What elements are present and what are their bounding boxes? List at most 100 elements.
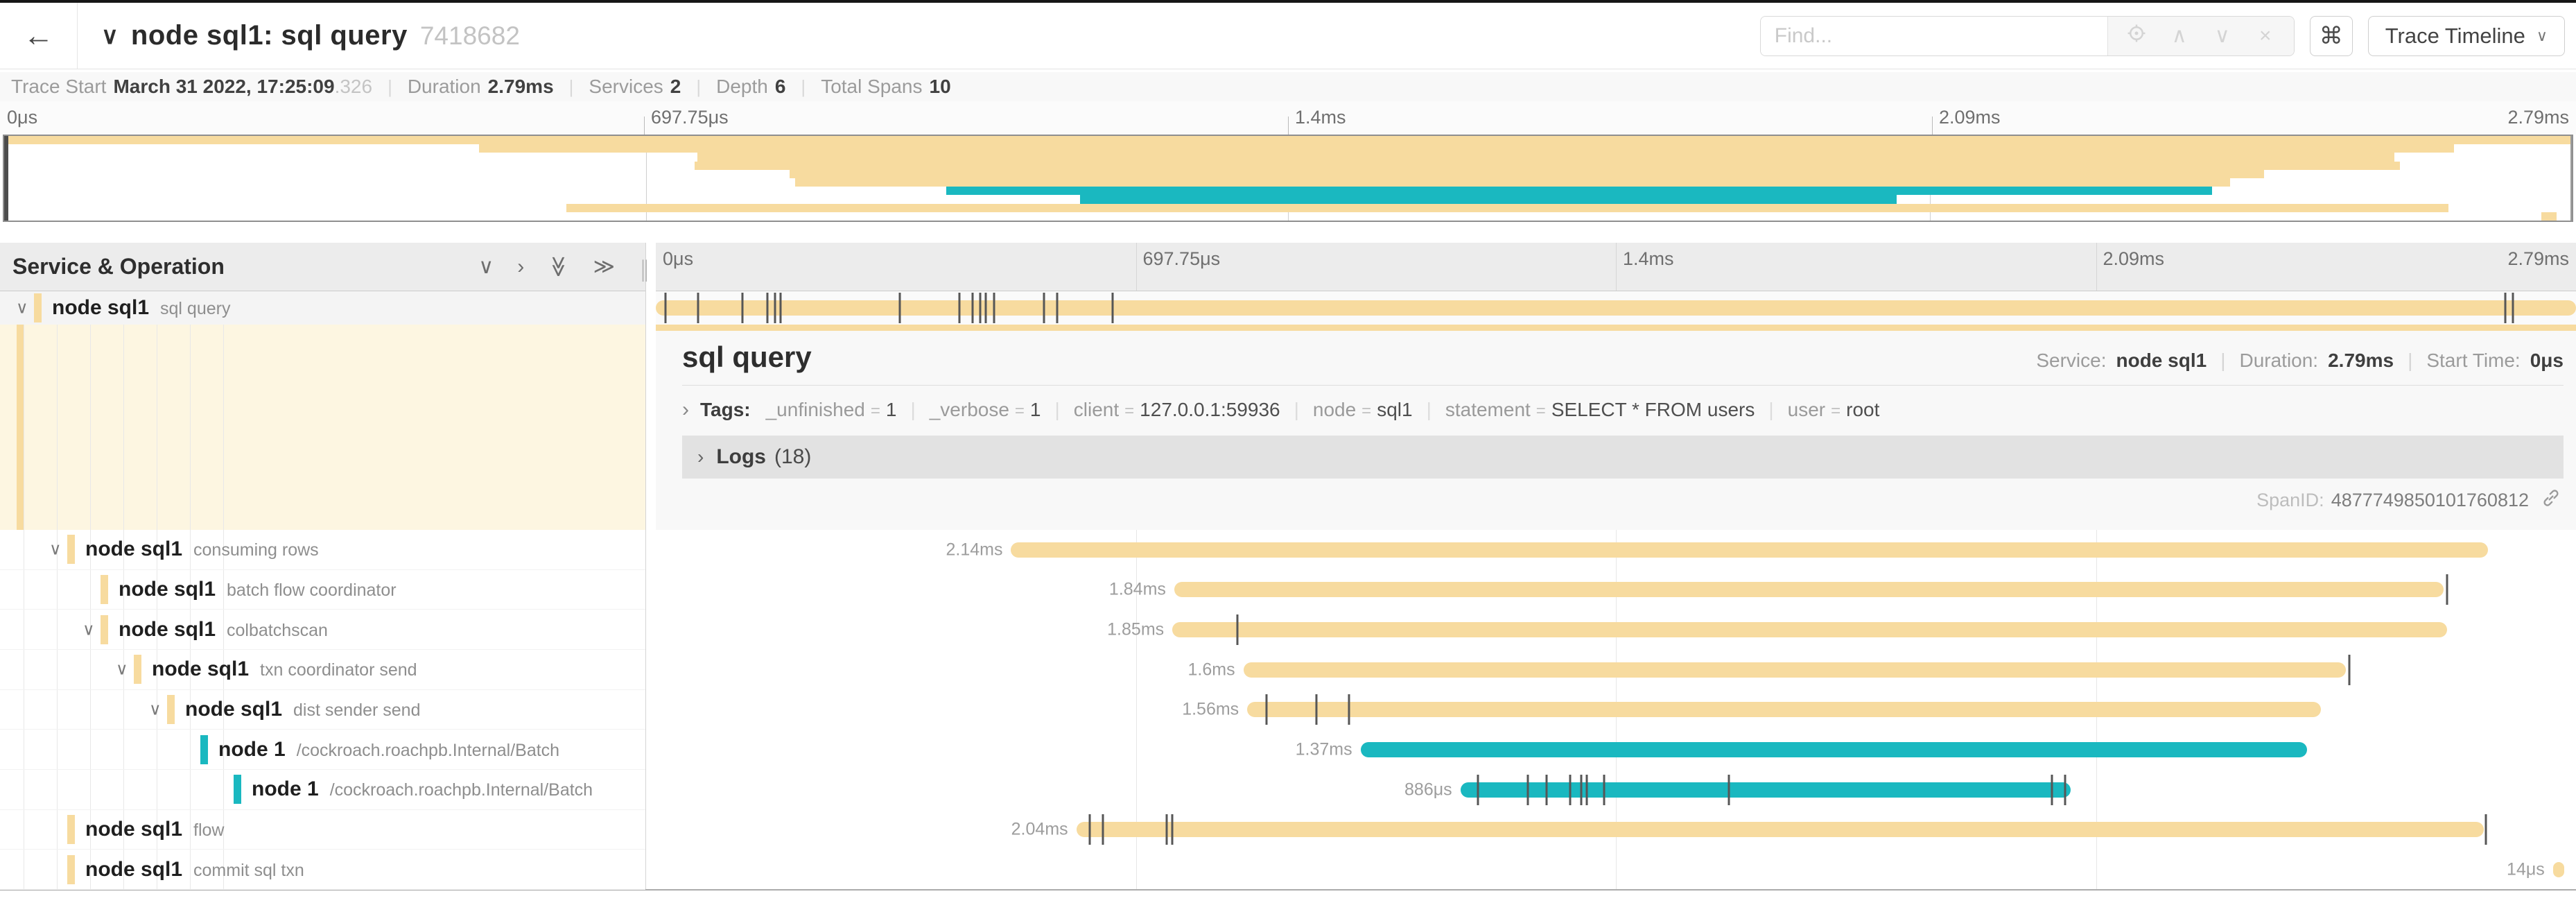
keyboard-shortcuts-button[interactable]: ⌘ [2310,16,2353,56]
timeline-row[interactable]: 886μs [656,770,2576,810]
span-tree-row[interactable]: node 1/cockroach.roachpb.Internal/Batch [0,770,645,810]
timeline-row[interactable]: 1.6ms [656,650,2576,690]
timeline-row[interactable]: 1.56ms [656,690,2576,730]
operation-name: colbatchscan [227,621,328,640]
operation-name: /cockroach.roachpb.Internal/Batch [330,780,593,800]
log-tick [1546,775,1548,805]
timeline-row[interactable]: 2.04ms [656,810,2576,850]
span-bar[interactable] [656,300,2576,316]
row-chevron-down-icon[interactable]: ∨ [82,619,95,639]
span-tree-row[interactable]: ∨node sql1txn coordinator send [0,650,645,690]
span-bar[interactable] [1461,782,2071,798]
span-tree-row[interactable]: ∨node sql1colbatchscan [0,610,645,650]
minimap-row [4,212,2572,221]
expand-one-icon[interactable]: › [517,255,524,279]
back-button[interactable]: ← [0,3,78,69]
span-tree-row-selected[interactable]: ∨node sql1sql query [0,291,645,325]
minimap-right-handle[interactable] [2570,136,2572,221]
span-tree-row[interactable]: node sql1flow [0,810,645,850]
row-chevron-down-icon[interactable]: ∨ [49,540,62,560]
info-label: Services [589,76,663,98]
link-icon[interactable] [2541,488,2561,513]
log-tick [980,293,982,323]
find-next-icon[interactable]: ∨ [2201,24,2244,48]
operation-name: dist sender send [293,700,420,720]
tag-item: _unfinished=1 [766,399,897,421]
timeline-row[interactable]: 1.37ms [656,730,2576,770]
tag-value: SELECT * FROM users [1551,399,1755,420]
log-tick [780,293,782,323]
row-chevron-down-icon[interactable]: ∨ [16,298,28,318]
span-tree-row[interactable]: ∨node sql1dist sender send [0,690,645,730]
find-prev-icon[interactable]: ∧ [2158,24,2201,48]
log-tick [1043,293,1045,323]
collapse-all-icon[interactable]: ≫ [546,256,571,277]
log-tick [958,293,960,323]
info-value: March 31 2022, 17:25:09 [113,76,334,98]
timeline-row[interactable]: 14μs [656,850,2576,890]
span-bar[interactable] [2553,862,2565,877]
timeline-row[interactable]: 2.14ms [656,530,2576,570]
span-bar[interactable] [1361,742,2308,757]
operation-name: txn coordinator send [260,660,417,680]
service-value: node sql1 [2116,350,2207,372]
find-input[interactable] [1761,17,2107,55]
timeline-row[interactable]: 1.84ms [656,570,2576,610]
logs-row[interactable]: › Logs (18) [682,436,2564,479]
service-color-bar [67,815,75,844]
info-label: Depth [716,76,768,98]
row-chevron-down-icon[interactable]: ∨ [116,660,128,680]
info-label: Total Spans [821,76,922,98]
log-tick [1265,694,1267,725]
service-operation-title: Service & Operation [12,254,225,280]
span-tree-row[interactable]: node sql1commit sql txn [0,850,645,890]
span-tree-row[interactable]: ∨node sql1consuming rows [0,530,645,570]
title-chevron-down-icon[interactable]: ∨ [101,22,119,50]
span-bar[interactable] [1174,582,2444,597]
tag-equals: = [1015,402,1025,420]
tag-key: node [1313,399,1356,420]
service-color-bar [167,695,175,724]
find-clear-icon[interactable]: × [2244,24,2287,48]
minimap-row [4,170,2572,178]
service-color-bar [101,615,108,644]
tag-equals: = [1361,402,1371,420]
meta-separator: | [2408,350,2412,372]
span-bar[interactable] [1011,542,2487,558]
timeline-minimap[interactable] [3,135,2573,222]
span-bar[interactable] [1244,662,2346,678]
tag-key: _unfinished [766,399,865,420]
tags-row[interactable]: › Tags: _unfinished=1|_verbose=1|client=… [682,398,2564,422]
view-switcher-button[interactable]: Trace Timeline ∨ [2368,16,2565,56]
span-bar[interactable] [1077,822,2484,837]
collapse-one-icon[interactable]: ∨ [478,255,494,279]
log-tick [972,293,974,323]
ruler-tick-label: 0μs [663,248,693,270]
span-bar[interactable] [1172,622,2447,637]
ruler-tick-label: 0μs [7,107,37,128]
locate-icon[interactable] [2115,23,2158,49]
timeline-panel: 0μs697.75μs1.4ms2.09ms2.79ms sql query S… [656,243,2576,889]
top-bar-actions: ∧ ∨ × ⌘ Trace Timeline ∨ [1760,16,2576,56]
log-tick [2512,293,2514,323]
panel-resize-grip[interactable]: ║ [638,259,652,281]
log-tick [741,293,743,323]
minimap-left-handle[interactable] [4,136,8,221]
span-tree-row[interactable]: node 1/cockroach.roachpb.Internal/Batch [0,730,645,770]
selected-span-bar-row[interactable] [656,291,2576,325]
info-value: 2 [670,76,681,98]
minimap-row [4,178,2572,187]
tag-separator: | [1768,399,1773,421]
minimap-row [4,195,2572,203]
span-tree-row[interactable]: ∨node sql1sql query [0,291,645,325]
tags-label: Tags: [700,399,751,421]
span-tree-row[interactable]: node sql1batch flow coordinator [0,570,645,610]
timeline-rows: 2.14ms1.84ms1.85ms1.6ms1.56ms1.37ms886μs… [656,530,2576,889]
info-label: Trace Start [11,76,106,98]
span-bar[interactable] [1247,702,2320,717]
log-tick [2349,655,2351,685]
row-chevron-down-icon[interactable]: ∨ [149,699,162,719]
timeline-row[interactable]: 1.85ms [656,610,2576,650]
expand-all-icon[interactable]: ≫ [593,255,615,279]
log-tick [1477,775,1479,805]
